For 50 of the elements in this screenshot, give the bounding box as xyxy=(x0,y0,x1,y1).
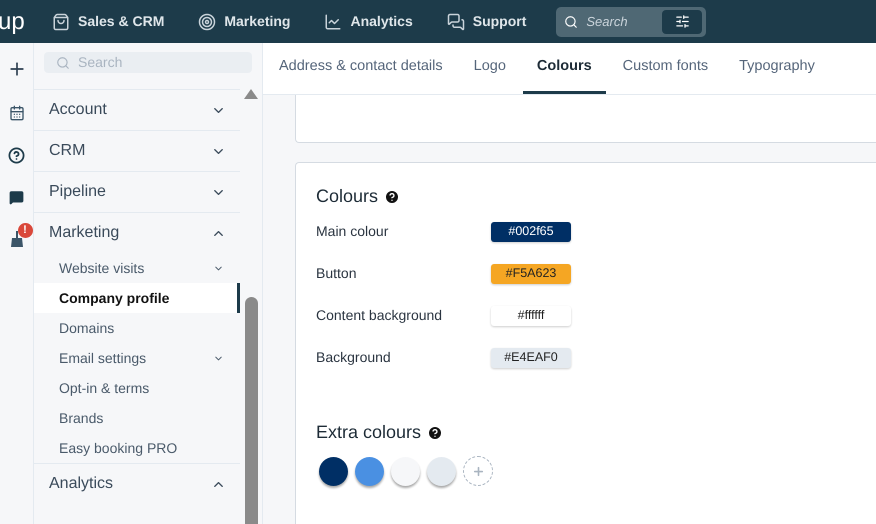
sliders-icon xyxy=(674,14,690,29)
sidebar-section[interactable]: Analytics xyxy=(34,464,240,504)
bag-icon xyxy=(52,12,70,30)
sidebar-item[interactable]: Company profile xyxy=(34,283,240,313)
chat-icon[interactable] xyxy=(9,190,24,205)
colour-label: Main colour xyxy=(316,222,390,241)
sidebar-item[interactable]: Easy booking PRO xyxy=(34,433,240,463)
section-title: Colours xyxy=(316,185,378,208)
target-icon xyxy=(198,12,216,30)
sidebar-item[interactable]: Opt-in & terms xyxy=(34,373,240,403)
nav-link[interactable]: Analytics xyxy=(324,11,413,32)
sidebar-item[interactable]: Website visits xyxy=(34,253,240,283)
scrollbar-thumb[interactable] xyxy=(244,297,258,524)
colour-label: Background xyxy=(316,348,392,367)
search-icon xyxy=(56,56,70,70)
tab[interactable]: Typography xyxy=(725,42,829,94)
line-chart-icon xyxy=(324,12,342,30)
colour-swatch[interactable]: #002f65 xyxy=(491,222,571,242)
nav-link[interactable]: Support xyxy=(446,11,526,32)
section-title: Extra colours xyxy=(316,421,422,444)
tab[interactable]: Address & contact details xyxy=(265,42,457,94)
help-icon[interactable] xyxy=(8,147,25,164)
colour-swatch[interactable]: #F5A623 xyxy=(491,264,571,284)
plus-icon xyxy=(472,464,484,478)
search-icon xyxy=(564,14,578,28)
search-field[interactable]: Search xyxy=(556,6,706,36)
search-input[interactable]: Search xyxy=(586,12,656,32)
sidebar-section[interactable]: CRM xyxy=(34,131,240,171)
alert-badge: ! xyxy=(18,223,32,238)
sidebar-item[interactable]: Domains xyxy=(34,313,240,343)
sidebar-section[interactable]: Pipeline xyxy=(34,172,240,212)
tab[interactable]: Logo xyxy=(460,42,520,94)
broom-icon[interactable] xyxy=(10,231,24,247)
colour-swatch[interactable]: #ffffff xyxy=(491,306,571,326)
nav-link[interactable]: Marketing xyxy=(198,11,290,32)
colour-label: Button xyxy=(316,264,358,283)
nav-link[interactable]: Sales & CRM xyxy=(52,11,164,32)
colour-swatch[interactable]: #E4EAF0 xyxy=(491,348,571,368)
sidebar-item[interactable]: Email settings xyxy=(34,343,240,373)
tab[interactable]: Custom fonts xyxy=(608,42,722,94)
filter-button[interactable] xyxy=(662,10,702,34)
sidebar-item[interactable]: Brands xyxy=(34,403,240,433)
sidebar-search-input[interactable]: Search xyxy=(78,52,228,73)
scroll-up-icon[interactable] xyxy=(244,89,258,99)
colour-label: Content background xyxy=(316,306,444,325)
sidebar-section[interactable]: Marketing xyxy=(34,213,240,253)
sidebar-section[interactable]: Account xyxy=(34,90,240,130)
chat-bubbles-icon xyxy=(446,12,465,30)
calendar-icon[interactable] xyxy=(8,105,24,121)
sidebar-search-field[interactable]: Search xyxy=(44,52,252,73)
